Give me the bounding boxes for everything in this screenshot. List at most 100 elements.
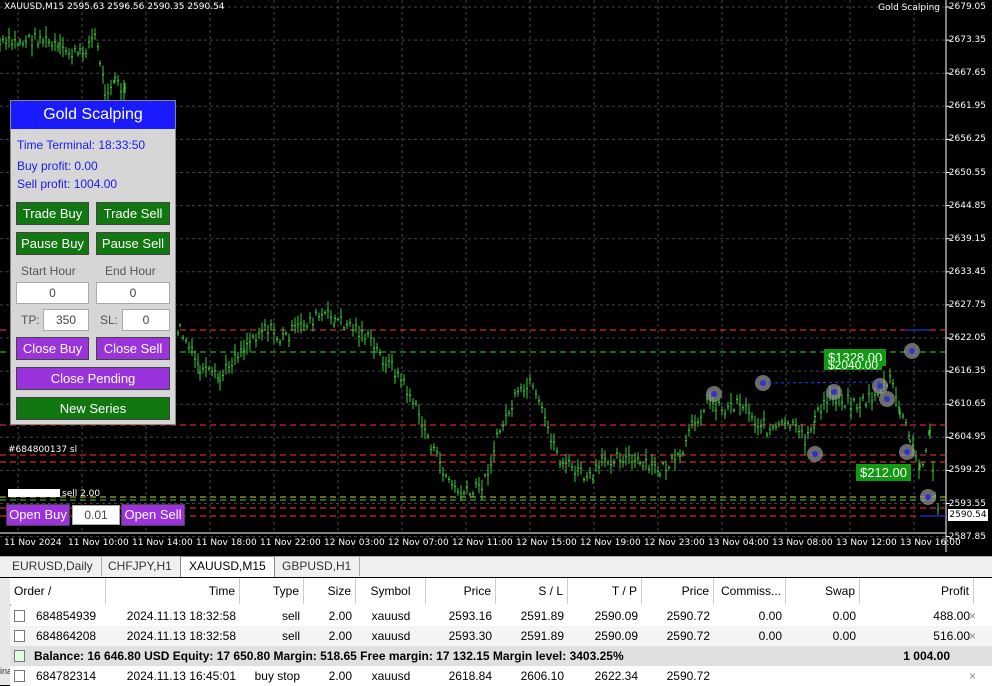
- column-header[interactable]: Price: [642, 578, 714, 604]
- price-scale-label: 2610.65: [948, 399, 986, 410]
- tab-chfjpy[interactable]: CHFJPY,H1: [100, 557, 181, 576]
- tp-input[interactable]: 350: [43, 309, 89, 331]
- cell-cur: 2590.72: [666, 669, 710, 683]
- time-axis-label: 12 Nov 19:00: [580, 538, 641, 548]
- column-header[interactable]: Time: [106, 578, 240, 604]
- cell-cur: 2590.72: [666, 609, 710, 623]
- balance-icon: [14, 650, 25, 662]
- column-header[interactable]: Size: [304, 578, 356, 604]
- sl-input[interactable]: 0: [122, 309, 170, 331]
- column-header[interactable]: Price: [426, 578, 496, 604]
- cell-cur: 2590.72: [666, 629, 710, 643]
- time-axis-label: 12 Nov 03:00: [324, 538, 385, 548]
- cell-time: 2024.11.13 18:32:58: [126, 609, 236, 623]
- balance-summary: Balance: 16 646.80 USD Equity: 17 650.80…: [34, 649, 624, 663]
- price-scale-label: 2661.95: [948, 101, 986, 112]
- start-hour-input[interactable]: 0: [16, 282, 89, 304]
- cell-time: 2024.11.13 16:45:01: [126, 669, 236, 683]
- price-scale-label: 2616.35: [948, 366, 986, 377]
- cell-tp: 2590.09: [594, 609, 638, 623]
- order-icon: [14, 670, 25, 682]
- open-sell-button[interactable]: Open Sell: [121, 504, 185, 526]
- time-axis-label: 11 Nov 2024: [4, 538, 62, 548]
- price-scale-label: 2673.35: [948, 35, 986, 46]
- lot-size-input[interactable]: 0.01: [72, 505, 120, 525]
- cell-order: 684782314: [36, 669, 97, 683]
- price-scale-label: 2650.55: [948, 167, 986, 178]
- cell-type: sell: [281, 609, 300, 623]
- trade-buy-button[interactable]: Trade Buy: [16, 202, 89, 225]
- cell-comm: 0.00: [758, 629, 782, 643]
- price-scale-label: 2633.45: [948, 266, 986, 277]
- cell-time: 2024.11.13 18:32:58: [126, 629, 236, 643]
- trade-sell-button[interactable]: Trade Sell: [96, 202, 170, 225]
- table-row[interactable]: 684854939 2024.11.13 18:32:58 sell 2.00 xauu…: [10, 606, 992, 626]
- sell-profit: Sell profit: 1004.00: [17, 177, 118, 191]
- column-header[interactable]: S / L: [496, 578, 568, 604]
- time-axis-label: 11 Nov 14:00: [132, 538, 193, 548]
- column-header[interactable]: T / P: [568, 578, 642, 604]
- column-header[interactable]: Symbol: [356, 578, 426, 604]
- price-scale-label: 2599.25: [948, 465, 986, 476]
- end-hour-input[interactable]: 0: [96, 282, 170, 304]
- chart-area[interactable]: XAUUSD,M15 2595.63 2596.56 2590.35 2590.…: [0, 0, 992, 552]
- time-terminal: Time Terminal: 18:33:50: [17, 138, 146, 152]
- time-axis-label: 13 Nov 12:00: [836, 538, 897, 548]
- close-order-icon[interactable]: ×: [969, 606, 976, 626]
- cell-price: 2593.30: [448, 629, 492, 643]
- time-axis-label: 12 Nov 07:00: [388, 538, 449, 548]
- profit-badge-2: $212.00: [856, 464, 911, 481]
- price-scale-label: 2627.75: [948, 299, 986, 310]
- time-axis-label: 13 Nov 16:00: [900, 538, 961, 548]
- terminal-panel: inal Order / Time Type Size Symbol Price S / L…: [0, 578, 992, 686]
- profit-badge-under: $2040.00: [824, 361, 883, 370]
- trade-marker-dot: [925, 494, 931, 500]
- cell-comm: 0.00: [758, 609, 782, 623]
- cell-order: 684854939: [36, 609, 97, 623]
- trade-marker-dot: [884, 396, 890, 402]
- pause-sell-button[interactable]: Pause Sell: [96, 232, 170, 255]
- close-buy-button[interactable]: Close Buy: [16, 337, 89, 360]
- price-scale-label: 2604.95: [948, 432, 986, 443]
- time-axis-label: 12 Nov 15:00: [516, 538, 577, 548]
- time-axis-label: 11 Nov 18:00: [196, 538, 257, 548]
- order-icon: [14, 630, 25, 642]
- column-header[interactable]: Swap: [786, 578, 860, 604]
- ea-label: Gold Scalping: [878, 3, 940, 13]
- open-buy-button[interactable]: Open Buy: [6, 504, 70, 526]
- table-row[interactable]: 684864208 2024.11.13 18:32:58 sell 2.00 xauu…: [10, 626, 992, 646]
- column-header[interactable]: Order /: [10, 578, 106, 604]
- close-sell-button[interactable]: Close Sell: [96, 337, 170, 360]
- column-header[interactable]: Commiss...: [714, 578, 786, 604]
- cell-profit: 516.00: [933, 629, 970, 643]
- end-hour-label: End Hour: [105, 264, 156, 278]
- close-pending-button[interactable]: Close Pending: [16, 367, 170, 390]
- cell-swap: 0.00: [832, 609, 856, 623]
- pending-order-row[interactable]: 684782314 2024.11.13 16:45:01 buy stop 2.00…: [10, 666, 992, 686]
- cell-profit: 488.00: [933, 609, 970, 623]
- balance-total-profit: 1 004.00: [903, 649, 950, 663]
- time-axis-label: 12 Nov 11:00: [452, 538, 513, 548]
- balance-row: Balance: 16 646.80 USD Equity: 17 650.80…: [10, 646, 992, 666]
- pause-buy-button[interactable]: Pause Buy: [16, 232, 89, 255]
- new-series-button[interactable]: New Series: [16, 397, 170, 420]
- buy-profit: Buy profit: 0.00: [17, 159, 98, 173]
- trade-marker-dot: [711, 391, 717, 397]
- tab-xauusd[interactable]: XAUUSD,M15: [180, 556, 275, 577]
- order-icon: [14, 610, 25, 622]
- cell-symbol: xauusd: [371, 609, 411, 623]
- close-order-icon[interactable]: ×: [969, 666, 976, 686]
- tab-eurusd[interactable]: EURUSD,Daily: [4, 557, 102, 576]
- close-order-icon[interactable]: ×: [969, 626, 976, 646]
- trade-link-line: [762, 381, 881, 384]
- column-header[interactable]: Type: [240, 578, 304, 604]
- order-tag: #684800137 sl: [8, 445, 78, 455]
- cell-sl: 2606.10: [520, 669, 564, 683]
- price-scale-label: 2679.05: [948, 2, 986, 12]
- time-axis-label: 11 Nov 10:00: [68, 538, 129, 548]
- cell-size: 2.00: [328, 669, 352, 683]
- column-header[interactable]: Profit: [860, 578, 974, 604]
- cell-tp: 2622.34: [594, 669, 638, 683]
- tab-gbpusd[interactable]: GBPUSD,H1: [274, 557, 361, 576]
- price-scale-label: 2656.25: [948, 134, 986, 145]
